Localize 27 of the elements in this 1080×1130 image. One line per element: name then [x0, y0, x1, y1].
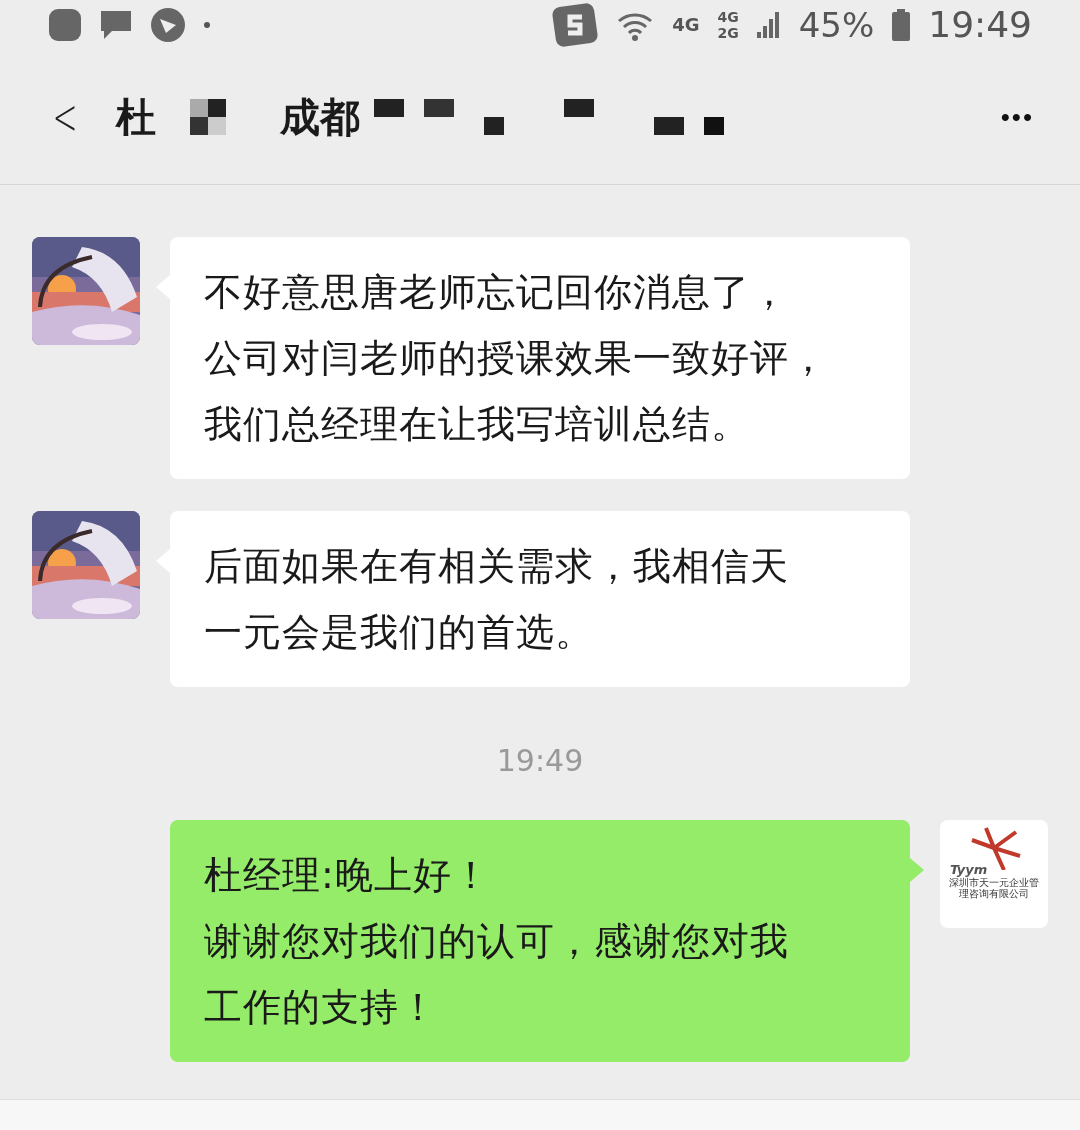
message-icon	[100, 9, 132, 41]
chat-title: 成都	[279, 92, 360, 142]
message-time: 19:49	[496, 743, 584, 778]
message-text: 谢谢您对我们的认可，感谢您对我	[204, 918, 789, 965]
back-button[interactable]: <	[52, 88, 90, 146]
chat-title: 杜	[115, 92, 156, 142]
more-button[interactable]: •••	[994, 100, 1040, 134]
network-label: 2G	[717, 26, 739, 40]
dot-icon	[204, 22, 210, 28]
battery-icon	[892, 9, 911, 41]
avatar[interactable]: Tyym 深圳市天一元企业管理咨询有限公司	[940, 820, 1048, 928]
mosaic-drawing	[189, 99, 226, 135]
network-label: 4G	[717, 10, 739, 24]
logo-brand: Tyym	[950, 862, 988, 877]
message-text: 杜经理:晚上好！	[204, 852, 491, 899]
app-icon	[552, 3, 599, 47]
message-text: 我们总经理在让我写培训总结。	[204, 401, 750, 448]
clock-time: 19:49	[928, 7, 1032, 43]
message-text: 后面如果在有相关需求，我相信天	[204, 543, 789, 590]
battery-percent: 45%	[798, 8, 875, 42]
message-text: 不好意思唐老师忘记回你消息了，	[204, 269, 789, 316]
message-text: 工作的支持！	[204, 984, 438, 1031]
logo-caption: 深圳市天一元企业管理咨询有限公司	[948, 877, 1040, 899]
signal-icon	[756, 10, 781, 40]
message-text: 一元会是我们的首选。	[204, 609, 594, 656]
message-text: 公司对闫老师的授课效果一致好评，	[204, 335, 828, 382]
network-label: 4G	[672, 16, 700, 34]
